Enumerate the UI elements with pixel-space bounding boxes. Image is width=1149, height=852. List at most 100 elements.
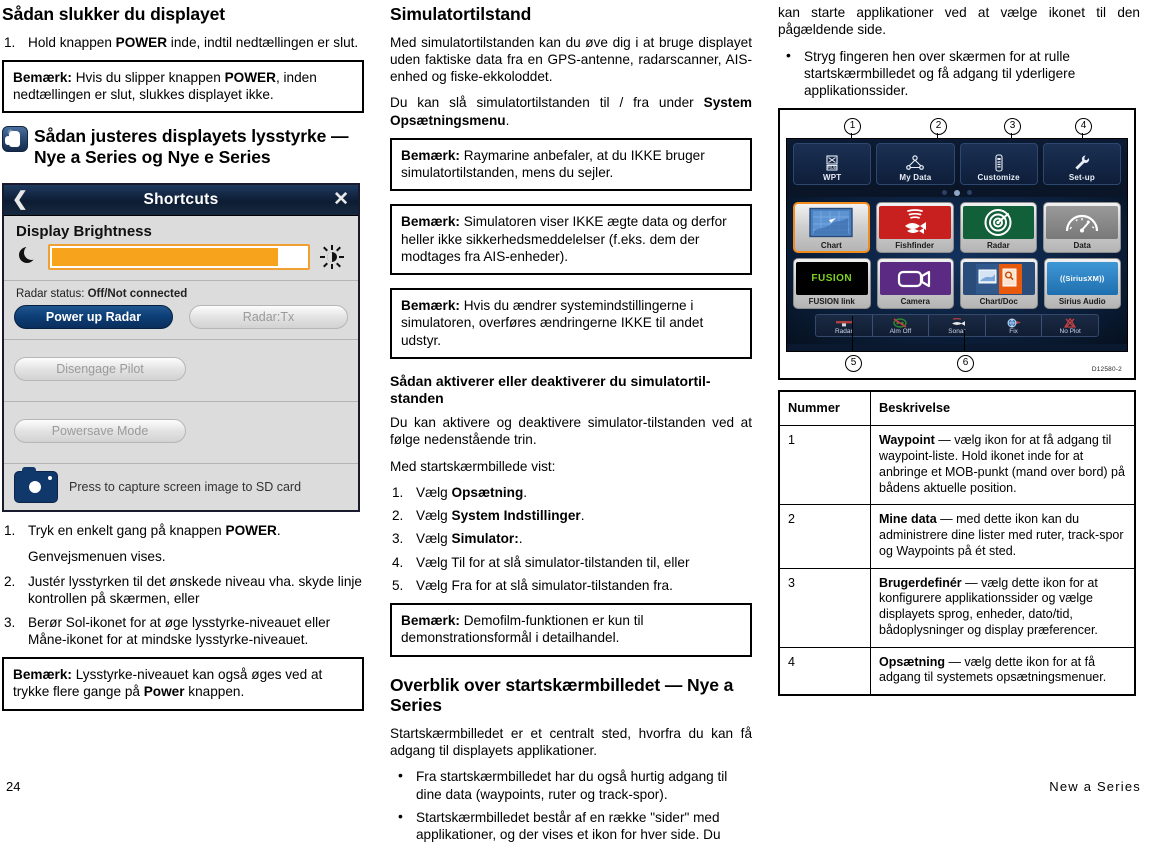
brightness-steps-continued: 2. Justér lysstyrken til det ønskede nive… <box>2 573 364 648</box>
capture-section[interactable]: Press to capture screen image to SD card <box>4 463 358 510</box>
homescreen-figure: 1 2 3 4 MOB WPT My Data Customize Set-up… <box>778 108 1136 381</box>
step-post: . <box>523 484 528 500</box>
note-box-raymarine-recommend: Bemærk: Raymarine anbefaler, at du IKKE … <box>390 137 752 192</box>
status-item-sonar[interactable]: Sonar <box>929 315 986 337</box>
top-button-customize[interactable]: Customize <box>959 143 1038 186</box>
heading-simulator-mode: Simulatortilstand <box>390 4 532 24</box>
step-text: Berør Sol-ikonet for at øge lysstyrke-ni… <box>28 614 331 647</box>
moon-icon[interactable] <box>18 244 39 267</box>
status-item-radar[interactable]: Radar <box>816 315 873 337</box>
app-fishfinder[interactable]: Fishfinder <box>875 202 954 254</box>
app-camera[interactable]: Camera <box>876 258 954 310</box>
status-item-alarm-off[interactable]: Alm Off <box>873 315 930 337</box>
capture-text: Press to capture screen image to SD card <box>69 479 302 494</box>
heading-brightness-row: ✳ Sådan justeres displayets lysstyrke — … <box>2 126 364 176</box>
note-label: Bemærk: <box>13 667 72 683</box>
book-title: New a Series <box>1049 779 1141 794</box>
step-text: Justér lysstyrken til det ønskede niveau… <box>28 574 362 607</box>
radar-status-line: Radar status: Off/Not connected <box>16 288 348 300</box>
status-label: No Plot <box>1059 328 1081 336</box>
page-dots <box>787 188 1127 198</box>
heading-enable-disable-simulator: Sådan aktiverer eller deaktiverer du sim… <box>390 372 711 406</box>
radar-status-value: Off/Not connected <box>87 287 188 300</box>
heading-turn-off-display: Sådan slukker du displayet <box>2 4 226 24</box>
callout-5: 5 <box>845 355 862 373</box>
note-box-settings-not-transferred: Bemærk: Hvis du ændrer systemindstilling… <box>390 288 752 359</box>
chart-icon <box>796 206 868 239</box>
page-dot-active[interactable] <box>954 189 960 196</box>
app-label: Radar <box>987 241 1010 251</box>
list-item: 2. Justér lysstyrken til det ønskede nive… <box>2 573 364 608</box>
table-row: 3 Brugerdefinér — vælg dette ikon for at… <box>778 567 1136 648</box>
camera-icon[interactable] <box>14 466 58 503</box>
fusion-link-icon: FUSION <box>796 262 868 296</box>
disengage-pilot-button[interactable]: Disengage Pilot <box>14 356 186 381</box>
step-post: . <box>518 531 523 547</box>
page-number: 24 <box>6 779 21 794</box>
step-text-after: . <box>276 522 281 538</box>
note-text-b: knappen. <box>184 684 245 700</box>
step-bold: Simulator: <box>451 531 519 547</box>
close-x-icon[interactable]: ✕ <box>333 189 349 211</box>
page-dot[interactable] <box>967 190 972 196</box>
waypoint-icon: MOB <box>794 153 870 173</box>
power-up-radar-button[interactable]: Power up Radar <box>14 304 173 329</box>
powersave-mode-button[interactable]: Powersave Mode <box>14 418 186 443</box>
bullet-text: Stryg fingeren hen over skærmen for at r… <box>804 48 1076 99</box>
callout-1: 1 <box>844 118 861 136</box>
step-pre: Vælg <box>416 508 452 524</box>
app-chart[interactable]: Chart <box>793 202 870 254</box>
middle-column: Simulatortilstand Med simulatortilstande… <box>390 4 752 852</box>
note-label: Bemærk: <box>401 613 460 629</box>
radar-tx-button[interactable]: Radar:Tx <box>189 304 348 329</box>
step-pre: Vælg Fra for at slå simulator-tilstanden… <box>416 577 673 593</box>
radar-status-icon <box>835 317 853 328</box>
app-label: Chart/Doc <box>979 297 1018 307</box>
turn-off-steps: 1. Hold knappen POWER inde, indtil nedtæl… <box>2 34 364 51</box>
svg-text:MOB: MOB <box>827 165 837 170</box>
page-dot[interactable] <box>942 190 947 196</box>
bullet-dot-icon: • <box>398 807 403 824</box>
app-sirius-audio[interactable]: ((SiriusXM)) Sirius Audio <box>1043 258 1121 310</box>
step-number: 1. <box>392 484 404 500</box>
status-item-fix[interactable]: Fix <box>986 315 1043 337</box>
app-chart-doc[interactable]: Chart/Doc <box>960 258 1038 310</box>
step-number: 2. <box>392 508 404 524</box>
top-button-wpt[interactable]: MOB WPT <box>793 143 872 186</box>
status-item-no-plot[interactable]: No Plot <box>1042 315 1098 336</box>
description-table: Nummer Beskrivelse 1 Waypoint — vælg iko… <box>778 390 1136 697</box>
note-box-no-real-data: Bemærk: Simulatoren viser IKKE ægte data… <box>390 204 752 276</box>
step-bold: Opsætning <box>451 484 524 500</box>
back-chevron-icon[interactable]: ❮ <box>12 189 28 211</box>
top-button-label: WPT <box>822 173 842 183</box>
three-column-layout: Sådan slukker du displayet 1. Hold knappe… <box>0 4 1149 852</box>
top-button-my-data[interactable]: My Data <box>876 143 955 186</box>
powersave-section: Powersave Mode <box>4 401 358 464</box>
list-item: 1. Hold knappen POWER inde, indtil nedtæl… <box>2 34 364 51</box>
wrench-icon <box>1044 153 1120 173</box>
desc-term: Waypoint <box>879 433 935 448</box>
brightness-label: Display Brightness <box>16 222 152 240</box>
radar-section: Radar status: Off/Not connected Power up… <box>4 280 358 340</box>
sun-icon[interactable] <box>320 244 344 269</box>
homescreen-topbar: MOB WPT My Data Customize Set-up <box>787 139 1127 189</box>
touchscreen-icon: ✳ <box>2 126 28 153</box>
step-substatement: Genvejsmenuen vises. <box>28 548 166 564</box>
top-button-setup[interactable]: Set-up <box>1042 143 1121 186</box>
step-number: 3. <box>392 531 404 547</box>
left-column: Sådan slukker du displayet 1. Hold knappe… <box>2 4 364 852</box>
app-data[interactable]: Data <box>1043 202 1121 254</box>
sirius-audio-icon: ((SiriusXM)) <box>1046 262 1118 296</box>
para2-text-b: . <box>505 112 510 128</box>
simulator-steps: 1. Vælg Opsætning. 2. Vælg System Indstill… <box>390 484 752 594</box>
customize-icon <box>961 153 1037 173</box>
table-cell-description: Opsætning — vælg dette ikon for at få ad… <box>870 646 1136 696</box>
brightness-slider[interactable] <box>48 243 310 270</box>
app-fusion-link[interactable]: FUSION FUSION link <box>793 258 871 310</box>
page-footer: 24 New a Series <box>0 779 1149 794</box>
list-item: 3. Berør Sol-ikonet for at øge lysstyrke-… <box>2 614 364 649</box>
brightness-slider-fill <box>52 247 279 266</box>
app-radar[interactable]: Radar <box>959 202 1038 254</box>
table-cell-description: Mine data — med dette ikon kan du admini… <box>870 504 1136 569</box>
step-number: 5. <box>392 577 404 593</box>
